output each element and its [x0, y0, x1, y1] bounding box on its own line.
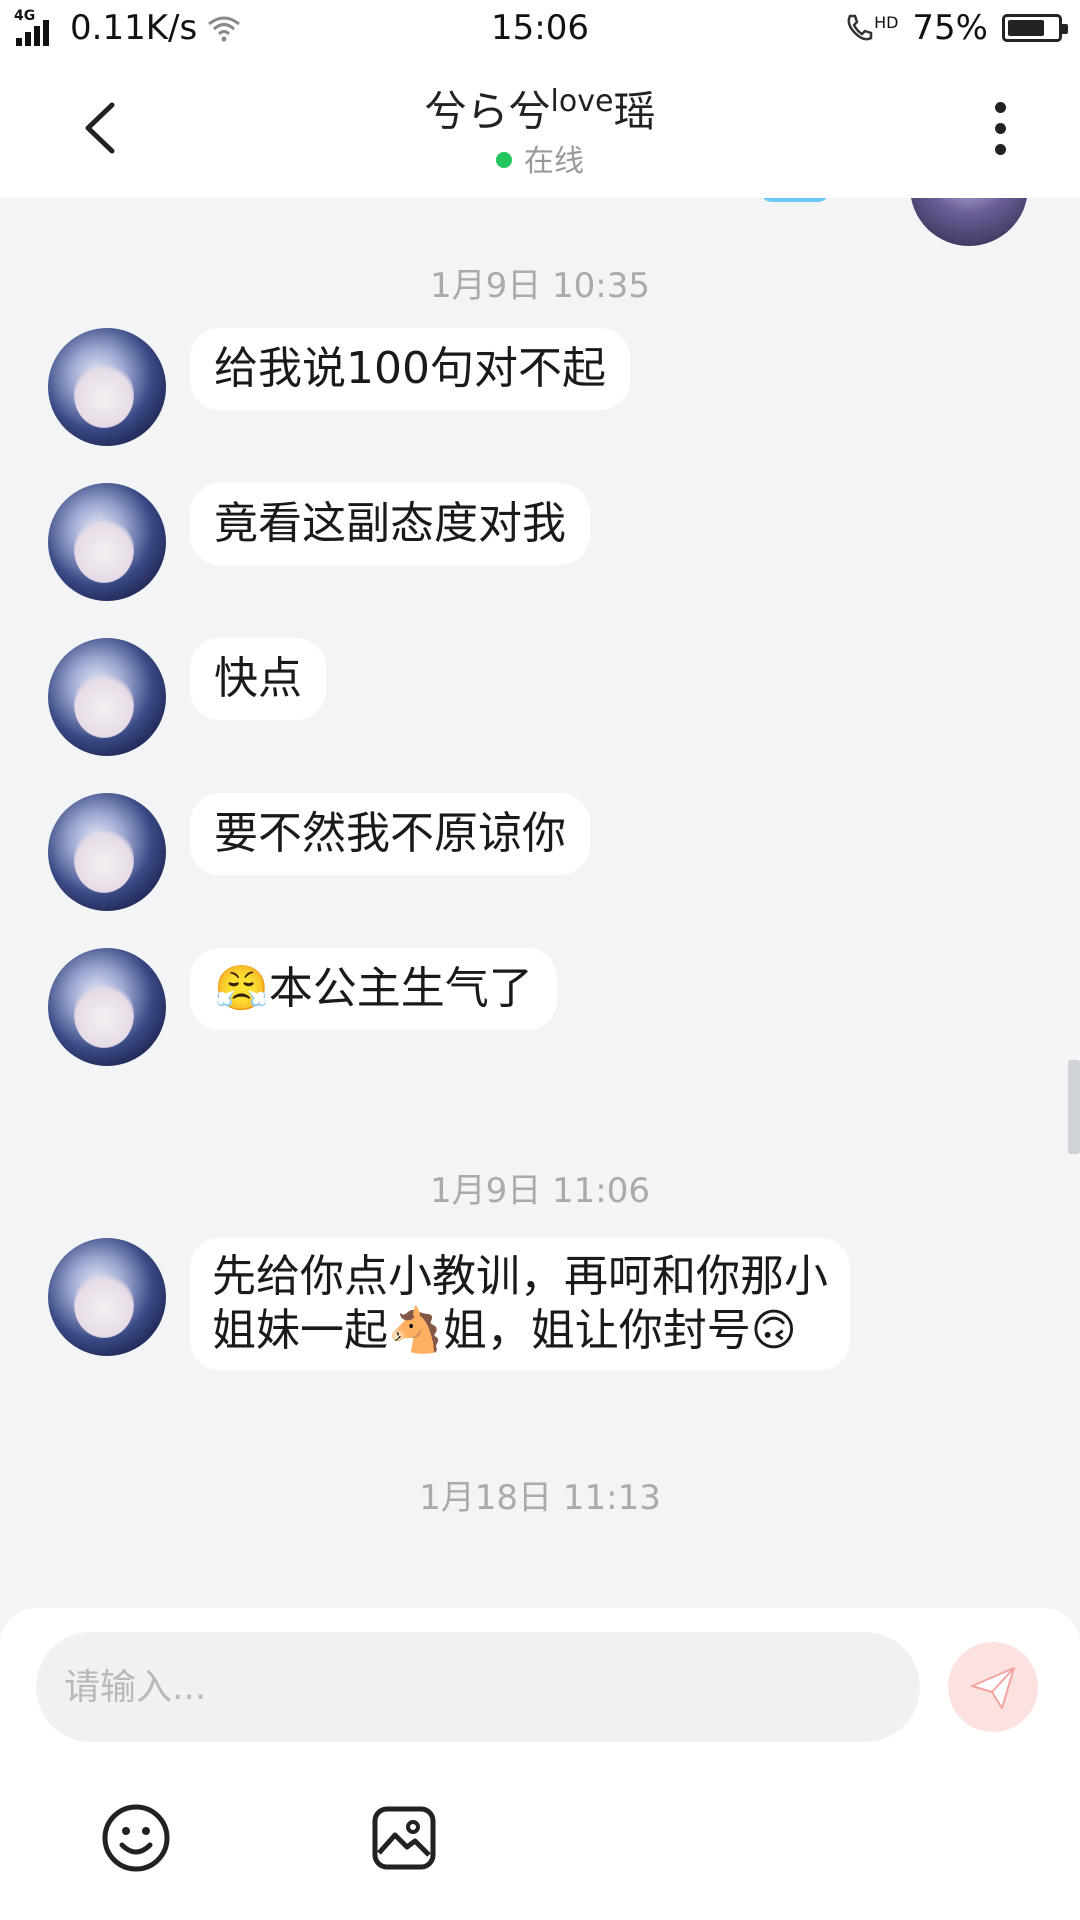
message-bubble[interactable]: 快点 — [190, 638, 326, 720]
contact-avatar[interactable] — [48, 328, 166, 446]
composer-panel — [0, 1608, 1080, 1920]
contact-avatar[interactable] — [48, 793, 166, 911]
contact-name-main: 兮ら兮 — [424, 87, 551, 136]
contact-avatar[interactable] — [48, 638, 166, 756]
chat-header: 兮ら兮love瑶 在线 — [0, 58, 1080, 198]
contact-avatar[interactable] — [48, 483, 166, 601]
message-row: 要不然我不原谅你 — [48, 793, 590, 911]
contact-name-end: 瑶 — [613, 87, 656, 136]
presence-label: 在线 — [524, 144, 584, 179]
timestamp: 1月9日 11:06 — [429, 1171, 651, 1211]
message-line: 姐妹一起🐴姐，姐让你封号🙃 — [212, 1304, 828, 1358]
battery-fill — [1008, 20, 1044, 36]
image-button[interactable] — [364, 1798, 444, 1878]
battery-icon — [1002, 14, 1068, 42]
message-row: 先给你点小教训，再呵和你那小 姐妹一起🐴姐，姐让你封号🙃 — [48, 1238, 850, 1370]
hd-call-icon: HD — [844, 13, 898, 43]
contact-avatar[interactable] — [48, 948, 166, 1066]
own-avatar[interactable] — [910, 198, 1028, 246]
message-list[interactable]: 1月9日 10:35 给我说100句对不起 竟看这副态度对我 快点 要不然我不原… — [0, 198, 1080, 1608]
message-row: 给我说100句对不起 — [48, 328, 630, 446]
contact-avatar[interactable] — [48, 1238, 166, 1356]
more-dot-icon — [994, 143, 1006, 155]
horse-emoji: 🐴 — [388, 1305, 443, 1356]
presence-status: 在线 — [0, 136, 1080, 180]
hd-label: HD — [874, 13, 899, 32]
timestamp: 1月18日 11:13 — [419, 1478, 661, 1518]
upside-down-face-emoji: 🙃 — [750, 1305, 797, 1356]
angry-face-emoji: 😤 — [214, 963, 269, 1014]
message-text: 姐，姐让你封号 — [442, 1305, 751, 1356]
paper-plane-icon — [971, 1667, 1015, 1709]
send-button[interactable] — [948, 1642, 1038, 1732]
outgoing-bubble-partial — [760, 198, 830, 202]
battery-percent: 75% — [912, 8, 988, 48]
timestamp: 1月9日 10:35 — [429, 266, 651, 306]
more-dot-icon — [994, 122, 1006, 134]
emoji-icon — [102, 1804, 170, 1872]
more-dot-icon — [994, 101, 1006, 113]
message-text: 姐妹一起 — [212, 1305, 388, 1356]
message-row: 😤本公主生气了 — [48, 948, 557, 1066]
message-bubble[interactable]: 😤本公主生气了 — [190, 948, 557, 1030]
scrollbar[interactable] — [1068, 1060, 1080, 1154]
message-row: 快点 — [48, 638, 326, 756]
message-text: 本公主生气了 — [268, 963, 533, 1014]
image-icon — [372, 1806, 436, 1870]
contact-name: 兮ら兮love瑶 — [0, 78, 1080, 139]
status-bar: 4G 0.11K/s 15:06 HD 75% — [0, 0, 1080, 58]
online-dot-icon — [496, 152, 512, 168]
message-bubble[interactable]: 给我说100句对不起 — [190, 328, 630, 410]
message-row: 竟看这副态度对我 — [48, 483, 590, 601]
more-options-button[interactable] — [960, 88, 1040, 168]
message-line: 先给你点小教训，再呵和你那小 — [212, 1251, 828, 1302]
message-input[interactable] — [36, 1632, 920, 1742]
message-bubble[interactable]: 先给你点小教训，再呵和你那小 姐妹一起🐴姐，姐让你封号🙃 — [190, 1238, 850, 1370]
message-bubble[interactable]: 要不然我不原谅你 — [190, 793, 590, 875]
emoji-button[interactable] — [96, 1798, 176, 1878]
message-bubble[interactable]: 竟看这副态度对我 — [190, 483, 590, 565]
status-right: HD 75% — [844, 8, 1068, 48]
contact-name-sup: love — [550, 84, 614, 119]
